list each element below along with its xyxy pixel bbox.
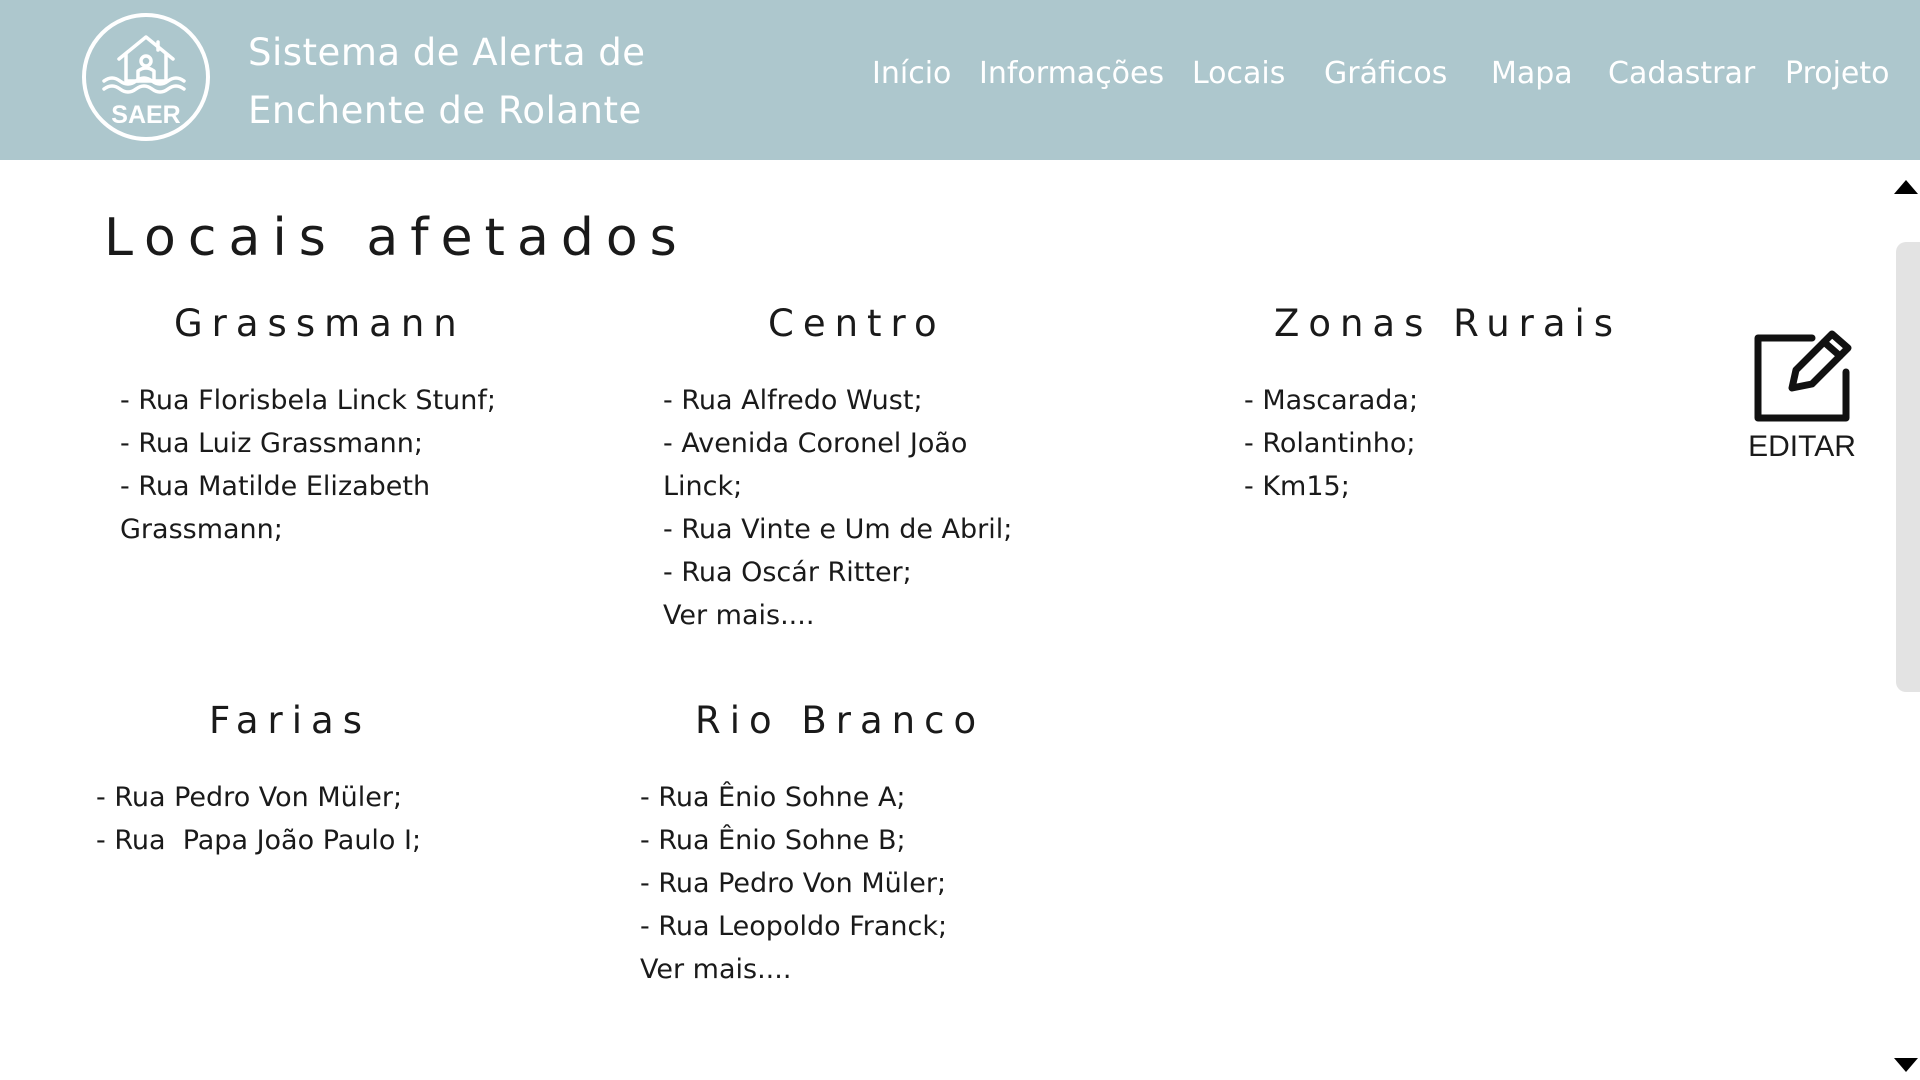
site-header: SAER Sistema de Alerta de Enchente de Ro… <box>0 0 1920 160</box>
list-item: - Rolantinho; <box>1244 428 1416 459</box>
ver-mais-link-rio-branco[interactable]: Ver mais.... <box>640 948 947 991</box>
list-item: - Rua Oscár Ritter; <box>663 557 912 588</box>
nav-projeto[interactable]: Projeto <box>1785 56 1890 91</box>
list-item: - Km15; <box>1244 471 1350 502</box>
nav-mapa[interactable]: Mapa <box>1491 56 1573 91</box>
list-item: - Rua Leopoldo Franck; <box>640 911 948 942</box>
scrollbar-thumb[interactable] <box>1896 242 1920 692</box>
list-centro: - Rua Alfredo Wust; - Avenida Coronel Jo… <box>663 379 1012 637</box>
list-item: - Avenida Coronel João <box>663 428 968 459</box>
list-item: - Rua Vinte e Um de Abril; <box>663 514 1013 545</box>
scroll-down-arrow-icon[interactable] <box>1894 1058 1918 1072</box>
nav-cadastrar[interactable]: Cadastrar <box>1608 56 1755 91</box>
section-title-zonas-rurais: Zonas Rurais <box>1274 302 1623 345</box>
nav-inicio[interactable]: Início <box>872 56 951 91</box>
list-rio-branco: - Rua Ênio Sohne A; - Rua Ênio Sohne B; … <box>640 776 947 991</box>
list-item: - Rua Ênio Sohne A; <box>640 782 906 813</box>
list-item: - Mascarada; <box>1244 385 1419 416</box>
section-title-farias: Farias <box>209 699 372 742</box>
section-title-grassmann: Grassmann <box>174 302 466 345</box>
saer-logo[interactable]: SAER <box>82 13 210 141</box>
list-grassmann: - Rua Florisbela Linck Stunf; - Rua Luiz… <box>120 379 496 551</box>
page-title: Locais afetados <box>104 208 689 268</box>
list-item: Grassmann; <box>120 514 283 545</box>
edit-icon <box>1754 330 1852 422</box>
nav-graficos[interactable]: Gráficos <box>1324 56 1447 91</box>
section-title-rio-branco: Rio Branco <box>695 699 986 742</box>
list-item: - Rua Florisbela Linck Stunf; <box>120 385 496 416</box>
ver-mais-link-centro[interactable]: Ver mais.... <box>663 594 1012 637</box>
site-title-line-1: Sistema de Alerta de <box>248 31 646 74</box>
section-title-centro: Centro <box>768 302 946 345</box>
list-item: - Rua Matilde Elizabeth <box>120 471 431 502</box>
list-item: - Rua Alfredo Wust; <box>663 385 923 416</box>
list-item: - Rua Ênio Sohne B; <box>640 825 906 856</box>
list-item: - Rua Papa João Paulo I; <box>96 825 422 856</box>
nav-informacoes[interactable]: Informações <box>979 56 1164 91</box>
list-item: Linck; <box>663 471 743 502</box>
list-item: - Rua Luiz Grassmann; <box>120 428 423 459</box>
site-title-line-2: Enchente de Rolante <box>248 89 642 132</box>
edit-button[interactable]: EDITAR <box>1744 326 1860 466</box>
list-item: - Rua Pedro Von Müler; <box>640 868 947 899</box>
nav-locais[interactable]: Locais <box>1192 56 1285 91</box>
logo-text: SAER <box>111 101 181 129</box>
list-zonas-rurais: - Mascarada; - Rolantinho; - Km15; <box>1244 379 1418 508</box>
list-farias: - Rua Pedro Von Müler; - Rua Papa João P… <box>96 776 421 862</box>
list-item: - Rua Pedro Von Müler; <box>96 782 403 813</box>
edit-label: EDITAR <box>1748 430 1856 463</box>
scroll-up-arrow-icon[interactable] <box>1894 180 1918 194</box>
site-title: Sistema de Alerta de Enchente de Rolante <box>248 24 646 140</box>
